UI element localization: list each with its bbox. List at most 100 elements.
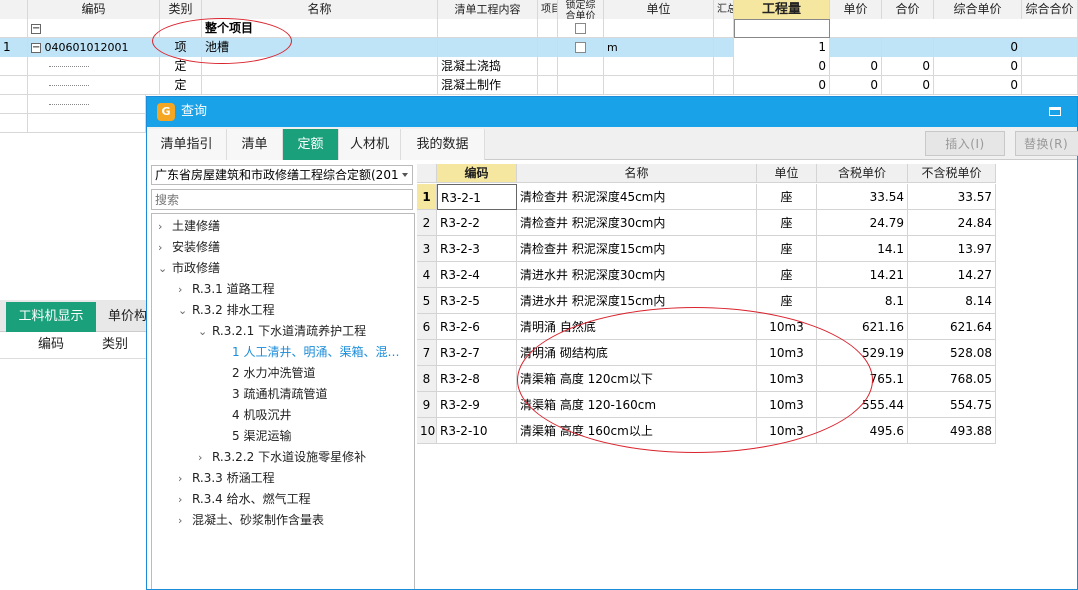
tab-labor-material[interactable]: 人材机 (339, 129, 401, 160)
row-code[interactable]: R3-2-10 (437, 418, 517, 444)
row-unit[interactable]: 座 (757, 288, 817, 314)
row-quantity[interactable]: 1 (734, 38, 830, 57)
row-name[interactable]: 清检查井 积泥深度15cm内 (517, 236, 757, 262)
row-notax-price[interactable]: 554.75 (908, 392, 996, 418)
row-name[interactable]: 清检查井 积泥深度45cm内 (517, 184, 757, 210)
row-name[interactable]: 清检查井 积泥深度30cm内 (517, 210, 757, 236)
tree-node[interactable]: › 土建修缮 (158, 216, 220, 236)
header-content[interactable]: 清单工程内容 (438, 0, 538, 19)
chevron-right-icon[interactable]: › (178, 280, 192, 300)
row-tax-price[interactable]: 495.6 (817, 418, 908, 444)
row-notax-price[interactable]: 528.08 (908, 340, 996, 366)
row-notax-price[interactable]: 14.27 (908, 262, 996, 288)
grid-header-notax-price[interactable]: 不含税单价 (908, 164, 996, 183)
row-notax-price[interactable]: 24.84 (908, 210, 996, 236)
grid-header-name[interactable]: 名称 (517, 164, 757, 183)
row-notax-price[interactable]: 621.64 (908, 314, 996, 340)
chevron-right-icon[interactable]: › (158, 217, 172, 237)
tree-node[interactable]: › R.3.3 桥涵工程 (178, 468, 275, 488)
tree-node[interactable]: › R.3.2.2 下水道设施零星修补 (198, 447, 366, 467)
tab-bill-guide[interactable]: 清单指引 (147, 129, 227, 160)
row-unit[interactable]: 座 (757, 262, 817, 288)
grid-header-code[interactable]: 编码 (437, 164, 517, 183)
header-comp-total[interactable]: 综合合价 (1022, 0, 1078, 19)
collapse-icon[interactable]: − (31, 23, 41, 34)
tree-node[interactable]: 3 疏通机清疏管道 (232, 384, 327, 404)
lock-checkbox[interactable] (575, 23, 586, 34)
table-row[interactable]: 1 − 040601012001 项 池槽 m 1 0 (0, 38, 1078, 57)
row-name[interactable]: 清进水井 积泥深度30cm内 (517, 262, 757, 288)
lock-checkbox[interactable] (575, 42, 586, 53)
row-unit[interactable]: 座 (757, 210, 817, 236)
row-name[interactable]: 清渠箱 高度 120cm以下 (517, 366, 757, 392)
row-unit[interactable]: 10m3 (757, 366, 817, 392)
chevron-right-icon[interactable]: › (178, 511, 192, 531)
row-code[interactable]: R3-2-2 (437, 210, 517, 236)
search-input[interactable] (151, 189, 413, 210)
header-price[interactable]: 单价 (830, 0, 882, 19)
table-row[interactable]: 定 混凝土浇捣 0 0 0 0 (0, 57, 1078, 76)
row-quantity[interactable]: 0 (734, 76, 830, 95)
row-notax-price[interactable]: 33.57 (908, 184, 996, 210)
tree-node[interactable]: 4 机吸沉井 (232, 405, 291, 425)
chevron-right-icon[interactable]: › (178, 469, 192, 489)
chevron-right-icon[interactable]: › (158, 238, 172, 258)
row-code[interactable]: R3-2-1 (437, 184, 517, 210)
header-type[interactable]: 类别 (160, 0, 202, 19)
group-row[interactable]: − 整个项目 (0, 19, 1078, 38)
tab-resource-display[interactable]: 工料机显示 (6, 302, 96, 332)
row-name[interactable]: 池槽 (202, 38, 438, 57)
tab-my-data[interactable]: 我的数据 (401, 129, 485, 160)
row-tax-price[interactable]: 24.79 (817, 210, 908, 236)
chevron-down-icon[interactable]: ⌄ (158, 259, 172, 279)
row-unit[interactable]: 座 (757, 184, 817, 210)
row-unit[interactable]: 10m3 (757, 340, 817, 366)
dialog-titlebar[interactable]: G 查询 (147, 97, 1077, 127)
insert-button[interactable]: 插入(I) (925, 131, 1005, 156)
row-name[interactable]: 清进水井 积泥深度15cm内 (517, 288, 757, 314)
row-unit[interactable]: 10m3 (757, 418, 817, 444)
row-tax-price[interactable]: 33.54 (817, 184, 908, 210)
grid-header-tax-price[interactable]: 含税单价 (817, 164, 908, 183)
row-unit[interactable]: 座 (757, 236, 817, 262)
header-lock-price[interactable]: 锁定综合单价 (558, 0, 604, 19)
tab-unit-price[interactable]: 单价构 (108, 302, 148, 332)
table-row[interactable]: 定 混凝土制作 0 0 0 0 (0, 76, 1078, 95)
grid-header-unit[interactable]: 单位 (757, 164, 817, 183)
header-unit[interactable]: 单位 (604, 0, 714, 19)
library-select[interactable]: 广东省房屋建筑和市政修缮工程综合定额(201 (151, 165, 413, 185)
row-quantity[interactable]: 0 (734, 57, 830, 76)
row-code[interactable]: R3-2-7 (437, 340, 517, 366)
tab-bill[interactable]: 清单 (227, 129, 283, 160)
quantity-cell[interactable] (734, 19, 830, 38)
tree-node[interactable]: › R.3.4 给水、燃气工程 (178, 489, 311, 509)
row-name[interactable]: 清渠箱 高度 160cm以上 (517, 418, 757, 444)
row-notax-price[interactable]: 768.05 (908, 366, 996, 392)
row-tax-price[interactable]: 8.1 (817, 288, 908, 314)
chevron-right-icon[interactable]: › (198, 448, 212, 468)
row-name[interactable]: 清渠箱 高度 120-160cm (517, 392, 757, 418)
header-summary[interactable]: 汇总 (714, 0, 734, 19)
row-unit[interactable]: 10m3 (757, 392, 817, 418)
row-unit[interactable]: 10m3 (757, 314, 817, 340)
maximize-icon[interactable] (1049, 107, 1061, 116)
row-notax-price[interactable]: 493.88 (908, 418, 996, 444)
row-tax-price[interactable]: 555.44 (817, 392, 908, 418)
row-code[interactable]: R3-2-5 (437, 288, 517, 314)
header-code[interactable]: 编码 (28, 0, 160, 19)
header-comp-price[interactable]: 综合单价 (934, 0, 1022, 19)
replace-button[interactable]: 替换(R) (1015, 131, 1078, 156)
tree-node[interactable]: › R.3.1 道路工程 (178, 279, 275, 299)
row-tax-price[interactable]: 529.19 (817, 340, 908, 366)
row-code[interactable]: R3-2-6 (437, 314, 517, 340)
row-tax-price[interactable]: 765.1 (817, 366, 908, 392)
tree-node[interactable]: ⌄ R.3.2.1 下水道清疏养护工程 (198, 321, 366, 341)
row-code[interactable]: R3-2-4 (437, 262, 517, 288)
row-notax-price[interactable]: 13.97 (908, 236, 996, 262)
chevron-down-icon[interactable]: ⌄ (198, 322, 212, 342)
chevron-right-icon[interactable]: › (178, 490, 192, 510)
tree-node[interactable]: ⌄ 市政修缮 (158, 258, 220, 278)
tab-quota[interactable]: 定额 (283, 129, 339, 160)
header-item[interactable]: 项目 (538, 0, 558, 19)
row-name[interactable]: 清明涌 砌结构底 (517, 340, 757, 366)
